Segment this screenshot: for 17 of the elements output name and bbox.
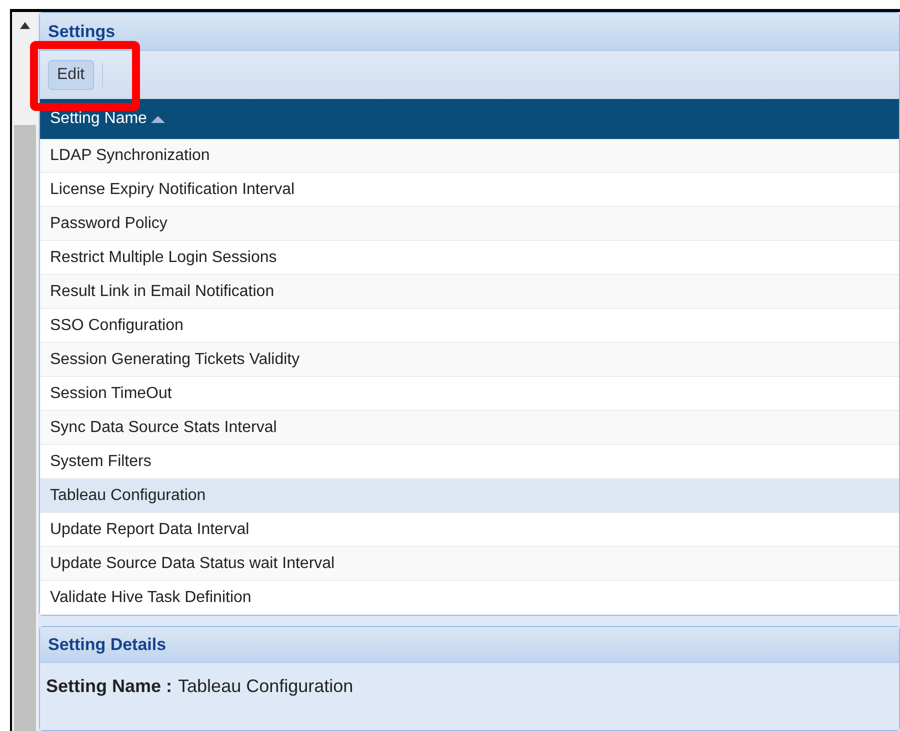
table-row[interactable]: Tableau Configuration — [40, 479, 899, 513]
scrollbar-thumb[interactable] — [14, 125, 36, 731]
table-row[interactable]: Sync Data Source Stats Interval — [40, 411, 899, 445]
column-title: Setting Name — [50, 109, 147, 129]
edit-button[interactable]: Edit — [48, 60, 94, 90]
table-row[interactable]: Session Generating Tickets Validity — [40, 343, 899, 377]
panel-title: Settings — [48, 20, 116, 43]
scrollbar[interactable] — [12, 12, 38, 731]
scroll-up-icon[interactable] — [20, 22, 30, 29]
field-label: Setting Name : — [46, 675, 172, 698]
table-row[interactable]: Update Source Data Status wait Interval — [40, 547, 899, 581]
panel-title: Setting Details — [48, 634, 166, 656]
column-header[interactable]: Setting Name — [40, 99, 899, 139]
table-row[interactable]: Result Link in Email Notification — [40, 275, 899, 309]
field-value: Tableau Configuration — [178, 675, 354, 698]
table-row[interactable]: LDAP Synchronization — [40, 139, 899, 173]
table-row[interactable]: Password Policy — [40, 207, 899, 241]
